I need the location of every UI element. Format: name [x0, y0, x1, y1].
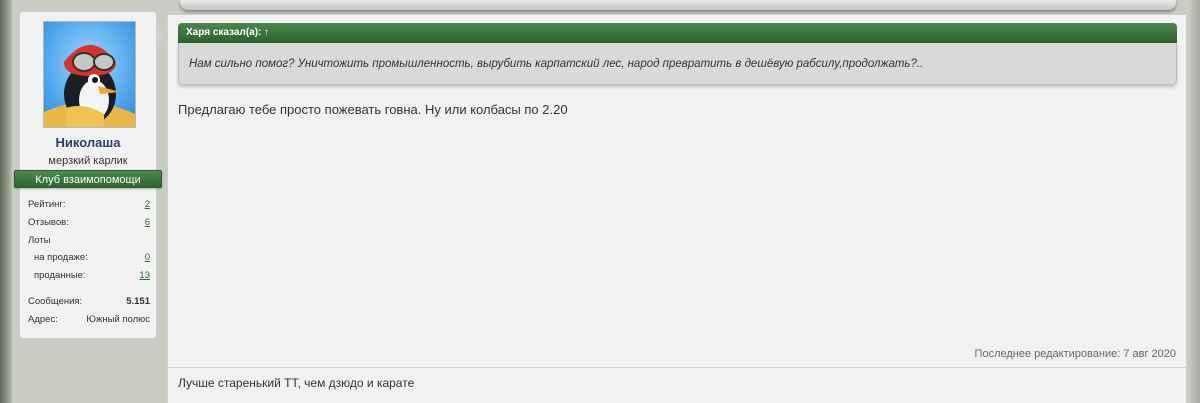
stat-label: на продаже:: [34, 252, 88, 263]
user-title: мерзкий карлик: [48, 155, 128, 167]
avatar[interactable]: [43, 21, 136, 128]
stat-label: Отзывов:: [28, 217, 69, 228]
stat-messages: Сообщения: 5.151: [28, 296, 150, 308]
stat-label: Лоты: [28, 235, 51, 246]
quote-text: Нам сильно помог? Уничтожить промышленно…: [178, 43, 1177, 85]
stat-rating: Рейтинг: 2: [28, 199, 150, 211]
lots-on-sale-link[interactable]: 0: [145, 252, 150, 263]
last-edited-note: Последнее редактирование: 7 авг 2020: [974, 348, 1176, 360]
quote-header[interactable]: Харя сказал(а): ↑: [178, 23, 1177, 43]
rating-link[interactable]: 2: [145, 199, 150, 210]
address-value: Южный полюс: [86, 314, 150, 325]
username-link[interactable]: Николаша: [20, 135, 156, 150]
reviews-link[interactable]: 6: [145, 217, 150, 228]
page-background-left: [0, 0, 12, 403]
post-message: Предлагаю тебе просто пожевать говна. Ну…: [178, 102, 568, 117]
stat-address: Адрес: Южный полюс: [28, 314, 150, 326]
stat-lots: Лоты: [28, 235, 150, 247]
stat-lots-sold: проданные: 13: [28, 270, 150, 282]
user-signature: Лучше старенький ТТ, чем дзюдо и карате: [178, 376, 415, 390]
user-group-banner: Клуб взаимопомощи: [14, 170, 162, 188]
stat-reviews: Отзывов: 6: [28, 217, 150, 229]
messages-count: 5.151: [126, 296, 150, 307]
panel-pointer-arrow: [157, 28, 165, 44]
stat-lots-on-sale: на продаже: 0: [28, 252, 150, 264]
lots-sold-link[interactable]: 13: [139, 270, 150, 281]
stat-label: Сообщения:: [28, 296, 83, 307]
signature-divider: [168, 367, 1186, 368]
previous-post-edge: [180, 0, 1176, 10]
penguin-pilot-avatar-icon: [44, 22, 135, 127]
stat-label: проданные:: [34, 270, 86, 281]
stat-label: Рейтинг:: [28, 199, 66, 210]
user-info-panel: Николаша мерзкий карлик Клуб взаимопомощ…: [14, 11, 162, 339]
post-body: Харя сказал(а): ↑ Нам сильно помог? Унич…: [167, 14, 1187, 403]
page-background-right: [1186, 0, 1200, 403]
stat-label: Адрес:: [28, 314, 58, 325]
